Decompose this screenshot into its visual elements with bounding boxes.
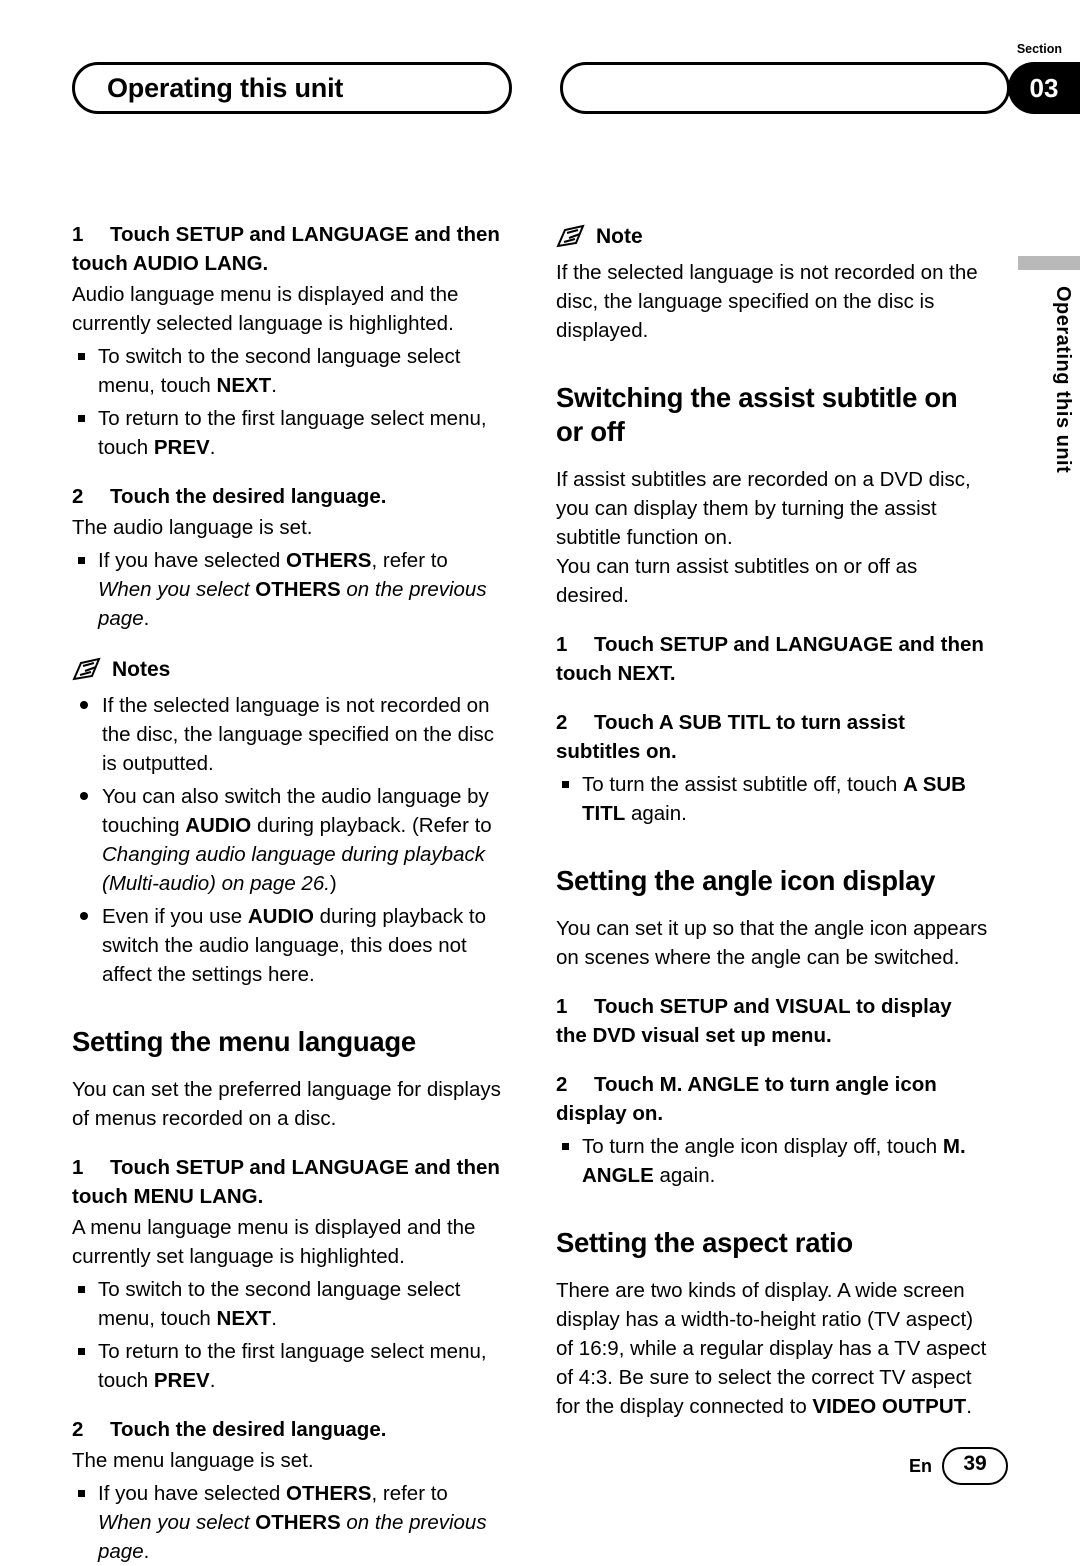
section-label: Section: [1016, 42, 1062, 56]
step-text: Touch the desired language.: [110, 1418, 387, 1441]
body-paragraph: A menu language menu is displayed and th…: [72, 1216, 476, 1268]
square-bullet-item: To return to the first language select m…: [72, 1337, 504, 1395]
step-number: 2: [556, 1073, 568, 1096]
square-bullet-item: To turn the angle icon display off, touc…: [556, 1132, 988, 1190]
square-bullet-item: To switch to the second language select …: [72, 342, 504, 400]
square-bullet-item: To return to the first language select m…: [72, 404, 504, 462]
square-bullet-item: If you have selected OTHERS, refer to Wh…: [72, 1479, 504, 1566]
note-header: Notes: [72, 657, 504, 683]
side-tab: Operating this unit: [1018, 256, 1080, 556]
step-text: Touch SETUP and LANGUAGE and then touch …: [72, 1156, 500, 1208]
section-heading: Setting the aspect ratio: [556, 1227, 853, 1258]
body-paragraph: The audio language is set.: [72, 516, 313, 539]
pencil-note-icon: [72, 657, 102, 683]
side-tab-bar: [1018, 256, 1080, 270]
step-number: 1: [556, 995, 568, 1018]
page-header: Operating this unit Section 03: [0, 0, 1080, 130]
left-text-column: 1 Touch SETUP and LANGUAGE and then touch…: [72, 200, 504, 1566]
right-text-column: Note If the selected language is not reco…: [556, 200, 988, 1421]
body-paragraph: You can turn assist subtitles on or off …: [556, 555, 918, 607]
step-text: Touch SETUP and LANGUAGE and then touch …: [72, 223, 500, 275]
section-number-badge: 03: [1008, 62, 1080, 114]
note-title: Notes: [112, 658, 171, 681]
section-heading: Setting the angle icon display: [556, 865, 936, 896]
pencil-note-icon: [556, 224, 586, 250]
body-paragraph: Audio language menu is displayed and the…: [72, 283, 459, 335]
note-title: Note: [596, 225, 643, 248]
page-footer: En 39: [909, 1447, 1008, 1485]
step-number: 1: [556, 633, 568, 656]
step-number: 2: [72, 1418, 84, 1441]
step-text: Touch SETUP and VISUAL to display the DV…: [556, 995, 952, 1047]
step-number: 2: [72, 485, 84, 508]
header-blank-pill: [560, 62, 1010, 114]
section-heading: Switching the assist subtitle on or off: [556, 382, 958, 447]
step-number: 1: [72, 223, 84, 246]
procedure-step: 2 Touch the desired language.: [72, 482, 504, 511]
footer-language-code: En: [908, 1455, 932, 1476]
round-bullet-item: If the selected language is not recorded…: [72, 691, 504, 778]
procedure-step: 1 Touch SETUP and LANGUAGE and then touch…: [72, 220, 504, 278]
step-number: 1: [72, 1156, 84, 1179]
step-number: 2: [556, 711, 568, 734]
body-paragraph: There are two kinds of display. A wide s…: [556, 1279, 987, 1418]
round-bullet-item: Even if you use AUDIO during playback to…: [72, 902, 504, 989]
square-bullet-item: To turn the assist subtitle off, touch A…: [556, 770, 988, 828]
procedure-step: 1 Touch SETUP and LANGUAGE and then touch…: [72, 1153, 504, 1211]
step-text: Touch A SUB TITL to turn assist subtitle…: [556, 711, 905, 763]
round-bullet-item: You can also switch the audio language b…: [72, 782, 504, 898]
step-text: Touch the desired language.: [110, 485, 387, 508]
square-bullet-item: If you have selected OTHERS, refer to Wh…: [72, 546, 504, 633]
body-paragraph: If the selected language is not recorded…: [556, 261, 978, 342]
body-paragraph: If assist subtitles are recorded on a DV…: [556, 468, 971, 549]
square-bullet-item: To switch to the second language select …: [72, 1275, 504, 1333]
procedure-step: 1 Touch SETUP and VISUAL to display the D…: [556, 992, 988, 1050]
step-text: Touch SETUP and LANGUAGE and then touch …: [556, 633, 984, 685]
page-title: Operating this unit: [107, 73, 344, 103]
note-header: Note: [556, 224, 988, 250]
chapter-title-pill: Operating this unit: [72, 62, 512, 114]
section-heading: Setting the menu language: [72, 1026, 416, 1057]
body-paragraph: The menu language is set.: [72, 1449, 314, 1472]
step-text: Touch M. ANGLE to turn angle icon displa…: [556, 1073, 937, 1125]
body-paragraph: You can set it up so that the angle icon…: [556, 917, 988, 969]
page-number: 39: [942, 1447, 1008, 1485]
procedure-step: 2 Touch A SUB TITL to turn assist subtitl…: [556, 708, 988, 766]
procedure-step: 2 Touch the desired language.: [72, 1415, 504, 1444]
procedure-step: 2 Touch M. ANGLE to turn angle icon displ…: [556, 1070, 988, 1128]
procedure-step: 1 Touch SETUP and LANGUAGE and then touch…: [556, 630, 988, 688]
body-paragraph: You can set the preferred language for d…: [72, 1078, 501, 1130]
side-tab-label: Operating this unit: [1052, 286, 1074, 474]
